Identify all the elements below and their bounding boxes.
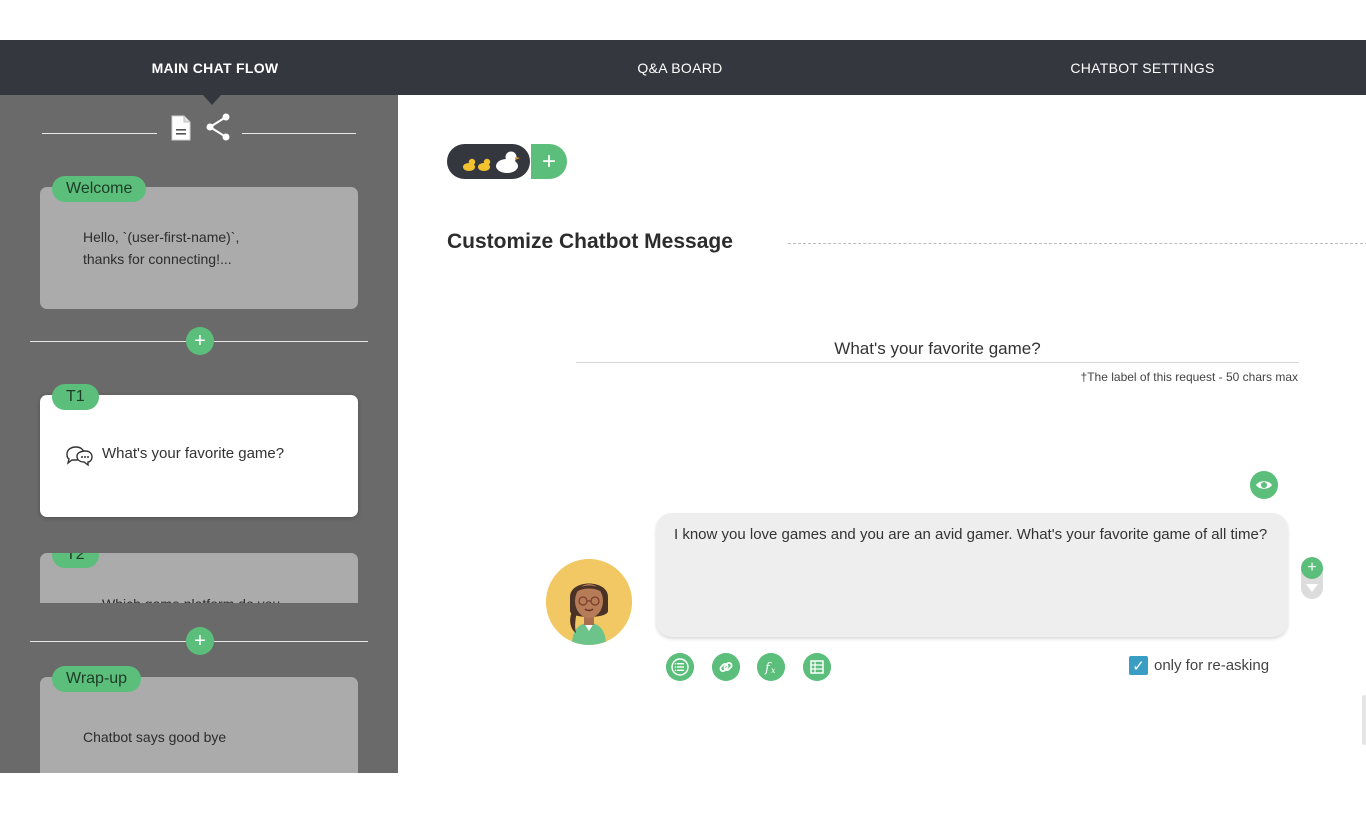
share-icon[interactable] — [205, 113, 231, 141]
preview-eye-icon[interactable] — [1250, 471, 1278, 499]
flow-card-t1[interactable]: T1 What's your favorite game? — [40, 384, 358, 517]
add-variant-button[interactable]: + — [1301, 557, 1323, 579]
variant-stepper[interactable]: + — [1301, 557, 1323, 599]
card-badge: Wrap-up — [52, 666, 142, 692]
woman-avatar-icon — [546, 559, 632, 645]
card-badge: Welcome — [52, 176, 147, 202]
svg-text:x: x — [771, 666, 776, 675]
add-avatar-button[interactable]: + — [531, 144, 567, 179]
function-icon[interactable]: f x — [757, 653, 785, 681]
top-navigation: MAIN CHAT FLOW Q&A BOARD CHATBOT SETTING… — [0, 40, 1366, 95]
request-label-input[interactable] — [576, 335, 1299, 363]
chevron-down-icon[interactable] — [1306, 584, 1318, 592]
avatar-selector[interactable] — [447, 144, 530, 179]
card-preview-text: Which game platform do you — [102, 593, 280, 603]
card-badge: T2 — [52, 553, 99, 568]
request-label-hint: †The label of this request - 50 chars ma… — [1080, 370, 1298, 384]
reask-checkbox-row[interactable]: ✓ only for re-asking — [1129, 656, 1269, 675]
sidebar-view-switch — [42, 113, 356, 143]
message-editor-panel: + Customize Chatbot Message †The label o… — [398, 95, 1366, 773]
card-preview-text: Chatbot says good bye — [83, 729, 227, 745]
active-tab-indicator — [203, 95, 221, 105]
card-preview-line: thanks for connecting!... — [83, 251, 232, 267]
chatbot-message-input[interactable]: I know you love games and you are an avi… — [656, 513, 1288, 637]
table-icon[interactable] — [803, 653, 831, 681]
document-icon[interactable] — [170, 115, 192, 141]
card-preview-text: Hello, `(user-first-name)`, thanks for c… — [83, 226, 239, 270]
add-step-connector: + — [30, 626, 368, 656]
add-step-button[interactable]: + — [186, 627, 214, 655]
scrollbar[interactable] — [1362, 695, 1366, 745]
card-preview-text: What's your favorite game? — [102, 445, 285, 462]
divider — [242, 133, 356, 134]
reask-checkbox[interactable]: ✓ — [1129, 656, 1148, 675]
card-badge: T1 — [52, 384, 99, 410]
duck-avatars-icon — [463, 151, 520, 173]
add-step-button[interactable]: + — [186, 327, 214, 355]
page-title: Customize Chatbot Message — [447, 230, 733, 253]
chat-bubbles-icon — [66, 446, 93, 467]
tab-chatbot-settings[interactable]: CHATBOT SETTINGS — [930, 40, 1355, 95]
divider — [788, 243, 1366, 244]
flow-card-welcome[interactable]: Welcome Hello, `(user-first-name)`, than… — [40, 176, 358, 309]
tab-qa-board[interactable]: Q&A BOARD — [430, 40, 930, 95]
card-preview-line: Hello, `(user-first-name)`, — [83, 229, 240, 245]
bot-avatar — [546, 559, 632, 645]
flow-card-t2[interactable]: T2 Which game platform do you — [40, 553, 358, 603]
link-icon[interactable] — [712, 653, 740, 681]
divider — [42, 133, 157, 134]
list-icon[interactable] — [666, 653, 694, 681]
tab-main-chat-flow[interactable]: MAIN CHAT FLOW — [0, 40, 430, 95]
add-step-connector: + — [30, 326, 368, 356]
flow-sidebar: Welcome Hello, `(user-first-name)`, than… — [0, 95, 398, 773]
flow-card-wrap-up[interactable]: Wrap-up Chatbot says good bye — [40, 666, 358, 773]
reask-label: only for re-asking — [1154, 657, 1270, 674]
